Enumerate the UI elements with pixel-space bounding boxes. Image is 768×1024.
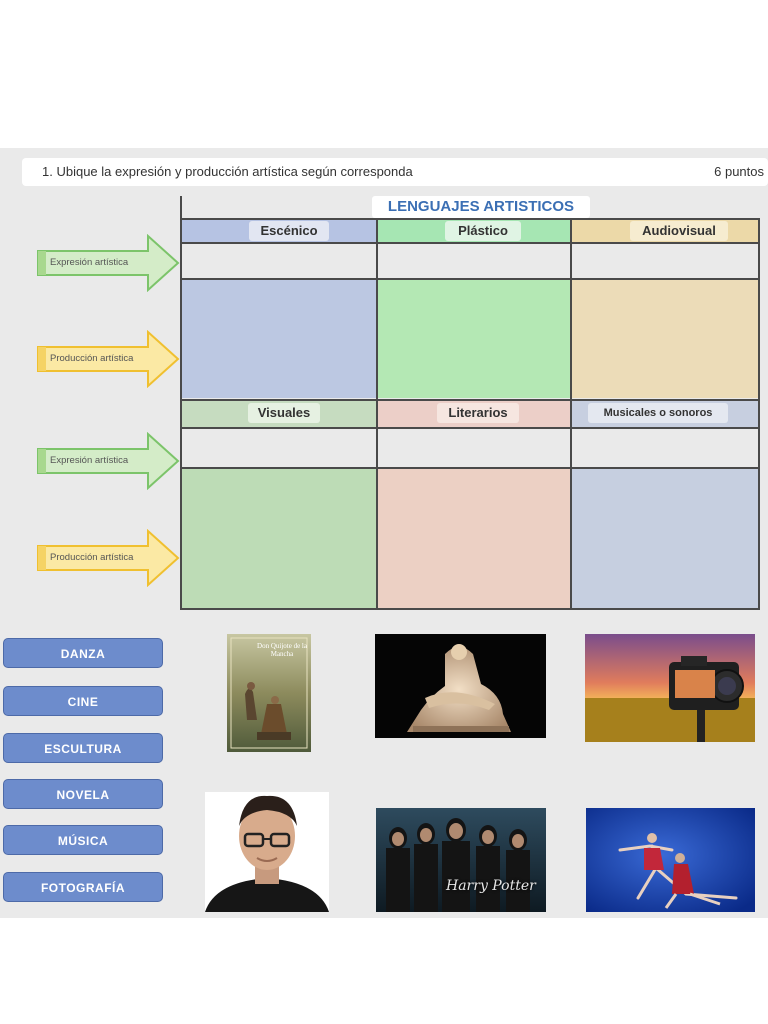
- grid-line: [180, 242, 760, 244]
- arrow-produccion-1: Producción artística: [36, 329, 181, 389]
- column-label-musicales: Musicales o sonoros: [588, 403, 728, 423]
- word-novela-button[interactable]: NOVELA: [3, 779, 163, 809]
- word-label: NOVELA: [56, 788, 110, 802]
- column-label-visuales: Visuales: [248, 403, 320, 423]
- plastico-expresion-cell[interactable]: [378, 244, 570, 278]
- word-label: ESCULTURA: [44, 742, 122, 756]
- column-label-plastico: Plástico: [445, 221, 521, 241]
- escenico-produccion-cell[interactable]: [182, 280, 376, 398]
- arrow-label: Expresión artística: [50, 455, 129, 466]
- question-points: 6 puntos: [714, 164, 764, 179]
- worksheet: 1. Ubique la expresión y producción artí…: [0, 148, 768, 918]
- word-musica-button[interactable]: MÚSICA: [3, 825, 163, 855]
- escenico-expresion-cell[interactable]: [182, 244, 376, 278]
- table-title: LENGUAJES ARTISTICOS: [372, 196, 590, 218]
- arrow-label: Expresión artística: [50, 257, 129, 268]
- book-cover-image[interactable]: Don Quijote de la Mancha: [227, 634, 311, 752]
- arrow-expresion-1: Expresión artística: [36, 233, 181, 293]
- column-label-escenico: Escénico: [249, 221, 329, 241]
- word-label: CINE: [67, 695, 99, 709]
- arrow-expresion-2: Expresión artística: [36, 431, 181, 491]
- arrow-label: Producción artística: [50, 552, 134, 563]
- visuales-produccion-cell[interactable]: [182, 469, 376, 608]
- dance-image[interactable]: [586, 808, 755, 912]
- book-title: Don Quijote de la Mancha: [257, 642, 307, 658]
- camera-photo-image[interactable]: [585, 634, 755, 742]
- column-label-audiovisual: Audiovisual: [630, 221, 728, 241]
- arrow-label: Producción artística: [50, 353, 134, 364]
- musicales-produccion-cell[interactable]: [572, 469, 758, 608]
- word-label: MÚSICA: [57, 834, 109, 848]
- arrow-produccion-2: Producción artística: [36, 528, 181, 588]
- audiovisual-produccion-cell[interactable]: [572, 280, 758, 398]
- audiovisual-expresion-cell[interactable]: [572, 244, 758, 278]
- word-fotografia-button[interactable]: FOTOGRAFÍA: [3, 872, 163, 902]
- grid-line: [180, 427, 760, 429]
- word-danza-button[interactable]: DANZA: [3, 638, 163, 668]
- grid-line: [180, 608, 760, 610]
- grid-line: [180, 278, 760, 280]
- column-label-literarios: Literarios: [437, 403, 519, 423]
- literarios-expresion-cell[interactable]: [378, 429, 570, 467]
- movie-poster-image[interactable]: Harry Potter: [376, 808, 546, 912]
- question-text: 1. Ubique la expresión y producción artí…: [42, 164, 413, 179]
- pieta-sculpture-illustration: [407, 644, 511, 732]
- grid-line: [180, 467, 760, 469]
- ballet-dancers-illustration: [586, 808, 755, 912]
- sculpture-image[interactable]: [375, 634, 546, 738]
- grid-line: [180, 399, 760, 401]
- word-cine-button[interactable]: CINE: [3, 686, 163, 716]
- visuales-expresion-cell[interactable]: [182, 429, 376, 467]
- musicales-expresion-cell[interactable]: [572, 429, 758, 467]
- grid-line: [180, 218, 760, 220]
- plastico-produccion-cell[interactable]: [378, 280, 570, 398]
- word-escultura-button[interactable]: ESCULTURA: [3, 733, 163, 763]
- camera-landscape-illustration: [585, 634, 755, 742]
- movie-cast-illustration: [376, 808, 546, 912]
- man-portrait-illustration: [205, 795, 329, 912]
- question-bar: 1. Ubique la expresión y producción artí…: [22, 158, 768, 186]
- word-label: FOTOGRAFÍA: [40, 881, 126, 895]
- musician-portrait-image[interactable]: [205, 792, 329, 912]
- literarios-produccion-cell[interactable]: [378, 469, 570, 608]
- word-label: DANZA: [60, 647, 106, 661]
- movie-logo: Harry Potter: [446, 878, 536, 894]
